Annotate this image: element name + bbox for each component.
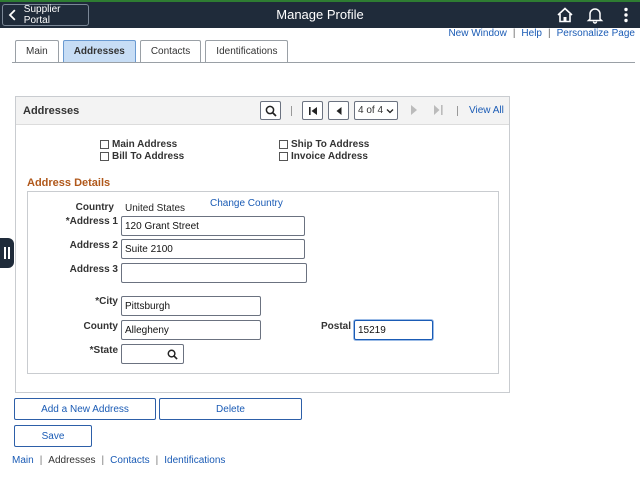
add-new-address-button[interactable]: Add a New Address [14,398,156,420]
main-address-checkbox[interactable] [100,140,109,149]
previous-icon [336,106,341,115]
view-all-link[interactable]: View All [469,105,504,116]
save-button[interactable]: Save [14,425,92,447]
link-separator: | [548,28,551,39]
invoice-address-label: Invoice Address [291,151,368,162]
tab-contacts[interactable]: Contacts [139,40,202,62]
row-selector-dropdown[interactable]: 4 of 4 [354,101,398,120]
state-label: *State [28,345,118,356]
ship-to-address-label: Ship To Address [291,139,370,150]
footer-addresses-current: Addresses [48,455,96,466]
tab-main-label: Main [26,46,48,57]
search-icon [265,105,277,117]
tab-addresses-label: Addresses [73,46,125,57]
main-address-option: Main Address [100,139,177,150]
tab-main[interactable]: Main [15,40,59,62]
nav-separator [291,106,292,116]
addresses-panel: Addresses 4 of 4 View All Main Address B… [15,96,510,393]
page-title: Manage Profile [276,7,364,22]
chevron-down-icon [386,109,394,114]
state-label-text: State [93,345,118,356]
address-1-label-text: Address 1 [69,216,118,227]
ship-to-address-option: Ship To Address [279,139,369,150]
find-button[interactable] [260,101,281,120]
link-separator: | [39,455,43,466]
drag-handle-icon [4,247,6,259]
tab-divider [12,62,635,63]
first-icon [308,106,317,115]
new-window-link[interactable]: New Window [448,28,506,39]
ship-to-address-checkbox[interactable] [279,140,288,149]
help-link[interactable]: Help [521,28,542,39]
bell-icon[interactable] [586,6,604,24]
invoice-address-checkbox[interactable] [279,152,288,161]
invoice-address-option: Invoice Address [279,151,368,162]
page-utility-links: New Window | Help | Personalize Page [448,28,635,39]
tab-identifications[interactable]: Identifications [205,40,289,62]
chevron-left-icon [8,9,16,21]
postal-label: Postal [320,321,351,332]
county-input[interactable]: Allegheny [121,320,261,340]
state-input[interactable] [121,344,184,364]
footer-contacts-link[interactable]: Contacts [110,455,149,466]
address-3-input[interactable] [121,263,307,283]
tab-contacts-label: Contacts [150,46,191,57]
page-tabs: Main Addresses Contacts Identifications [15,40,292,62]
country-label: Country [75,202,114,213]
more-vertical-icon[interactable] [617,6,635,24]
footer-main-link[interactable]: Main [12,455,34,466]
bill-to-address-option: Bill To Address [100,151,184,162]
tab-addresses[interactable]: Addresses [62,40,136,62]
address-2-input[interactable]: Suite 2100 [121,239,305,259]
link-separator: | [101,455,105,466]
tab-identifications-label: Identifications [216,46,278,57]
footer-tab-links: Main | Addresses | Contacts | Identifica… [12,455,225,466]
address-2-label: Address 2 [69,240,118,251]
row-selector-value: 4 of 4 [358,105,384,116]
side-panel-toggle[interactable] [0,238,14,268]
footer-identifications-link[interactable]: Identifications [164,455,225,466]
addresses-panel-header: Addresses 4 of 4 View All [16,97,509,125]
postal-input[interactable]: 15219 [354,320,433,340]
county-label: County [83,321,118,332]
link-separator: | [155,455,159,466]
address-3-label: Address 3 [69,264,118,275]
back-to-supplier-portal-button[interactable]: Supplier Portal [2,4,89,26]
addresses-panel-title: Addresses [23,105,80,117]
address-1-input[interactable]: 120 Grant Street [121,216,305,236]
bill-to-address-label: Bill To Address [112,151,185,162]
nav-separator [457,106,458,116]
city-label: *City [28,296,118,307]
address-details-box: Country United States Change Country *Ad… [27,191,499,374]
address-1-label: *Address 1 [28,216,118,227]
main-address-label: Main Address [112,139,178,150]
link-separator: | [512,28,516,39]
address-details-title: Address Details [27,177,111,189]
delete-button[interactable]: Delete [159,398,302,420]
app-header: Supplier Portal Manage Profile [0,2,640,28]
previous-row-button[interactable] [328,101,349,120]
next-icon [411,105,417,115]
first-row-button[interactable] [302,101,323,120]
change-country-link[interactable]: Change Country [210,198,283,209]
last-icon [434,105,443,115]
back-button-label: Supplier Portal [23,4,61,26]
personalize-page-link[interactable]: Personalize Page [557,28,635,39]
home-icon[interactable] [556,6,574,24]
bill-to-address-checkbox[interactable] [100,152,109,161]
city-label-text: City [99,296,118,307]
country-value: United States [125,203,186,214]
lookup-search-icon[interactable] [167,349,178,360]
city-input[interactable]: Pittsburgh [121,296,261,316]
